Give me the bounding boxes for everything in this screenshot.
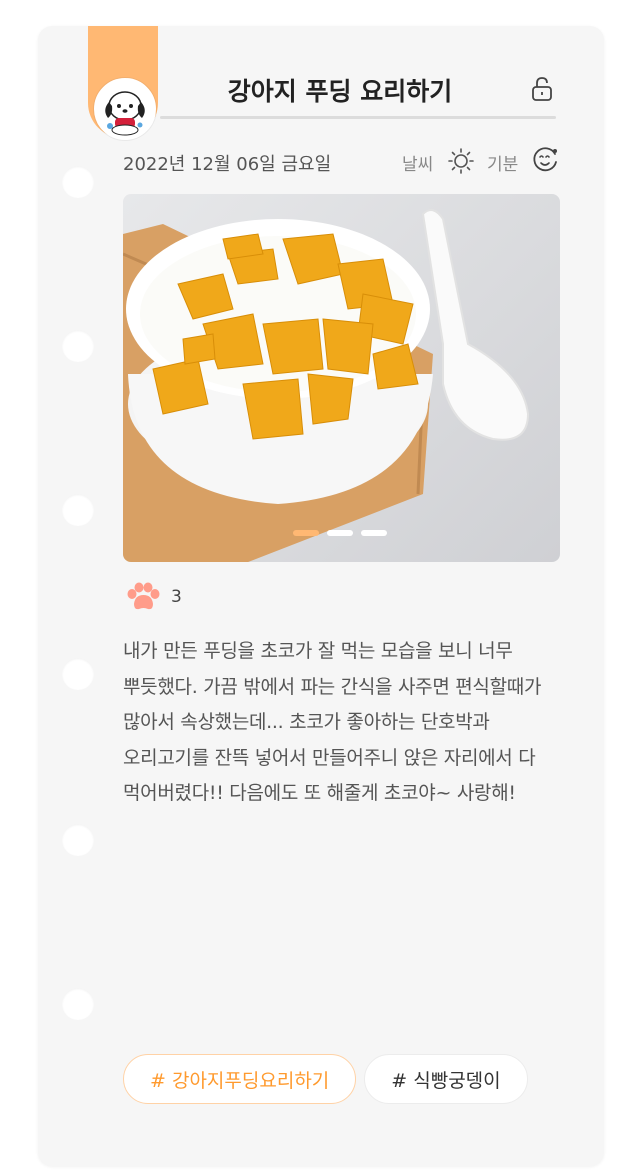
puppy-avatar-icon [105,91,145,136]
carousel-indicator [293,530,387,536]
weather-label: 날씨 [402,155,434,175]
binder-hole [62,658,94,690]
hashtag-chip[interactable]: # 식빵궁뎅이 [364,1054,528,1104]
binder-hole [62,824,94,856]
avatar[interactable] [94,78,156,140]
carousel-dot[interactable] [327,530,353,536]
diary-title: 강아지 푸딩 요리하기 [227,77,453,106]
unlock-icon[interactable] [530,76,554,102]
binder-hole [62,166,94,198]
paw-icon[interactable] [124,582,162,612]
diary-body: 내가 만든 푸딩을 초코가 잘 먹는 모습을 보니 너무 뿌듯했다. 가끔 밖에… [123,640,542,804]
title-divider [160,116,556,119]
like-count: 3 [171,587,182,607]
sun-icon [447,147,475,175]
happy-face-icon [531,146,559,174]
binder-hole [62,330,94,362]
mood-label: 기분 [487,155,519,175]
carousel-dot[interactable] [361,530,387,536]
carousel-dot[interactable] [293,530,319,536]
diary-photo[interactable] [123,194,560,562]
diary-date: 2022년 12월 06일 금요일 [123,154,332,175]
hashtag-chip[interactable]: # 강아지푸딩요리하기 [123,1054,357,1104]
binder-hole [62,494,94,526]
tag-list: # 강아지푸딩요리하기 # 식빵궁뎅이 [123,1054,528,1104]
binder-hole [62,988,94,1020]
